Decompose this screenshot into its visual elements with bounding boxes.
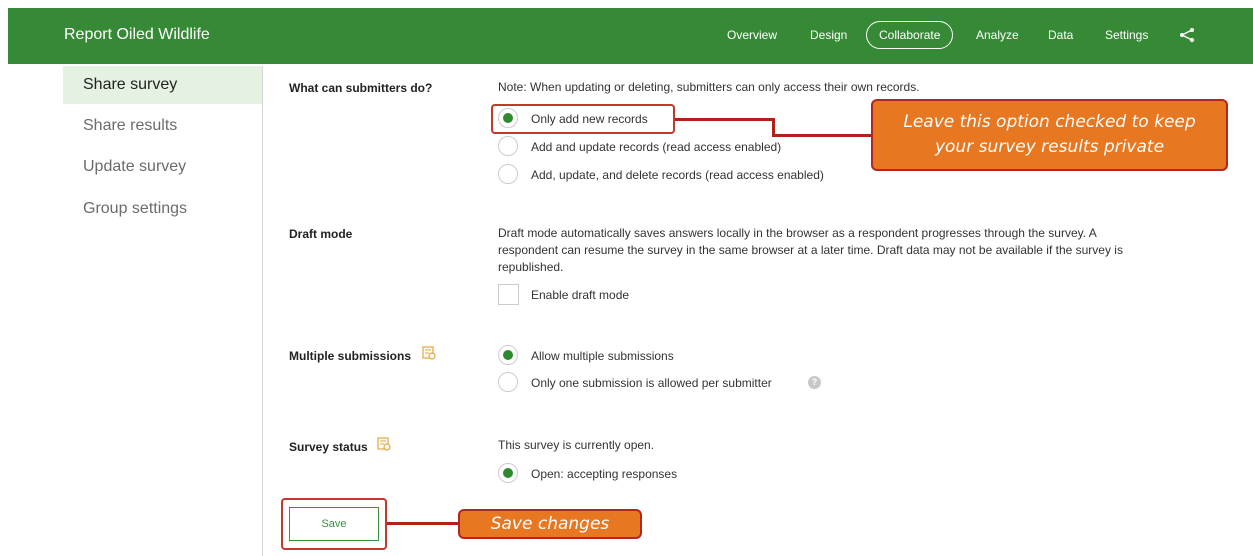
sidebar-item-share-results[interactable]: Share results <box>63 107 262 145</box>
callout-option-line1: Leave this option checked to keep <box>903 112 1196 132</box>
submitters-note: Note: When updating or deleting, submitt… <box>498 80 920 94</box>
highlight-box-option <box>491 104 675 134</box>
radio-only-one[interactable] <box>498 372 518 392</box>
nav-collaborate[interactable]: Collaborate <box>866 21 954 49</box>
draft-description-line1: Draft mode automatically saves answers l… <box>498 226 1097 240</box>
sidebar-item-update-survey[interactable]: Update survey <box>63 148 262 186</box>
sidebar-item-share-survey[interactable]: Share survey <box>63 66 262 104</box>
radio-add-update[interactable] <box>498 136 518 156</box>
callout-connector-option-horizontal <box>772 134 872 137</box>
sidebar: Share survey Share results Update survey… <box>63 66 262 556</box>
sidebar-divider <box>262 66 263 556</box>
enable-draft-label: Enable draft mode <box>531 288 630 302</box>
help-icon[interactable]: ? <box>808 376 821 389</box>
survey-status-icon <box>377 437 391 451</box>
callout-option-line2: your survey results private <box>934 137 1165 157</box>
survey-status-label: Survey status <box>289 440 368 454</box>
option-add-update-label: Add and update records (read access enab… <box>531 140 782 154</box>
callout-save-changes: Save changes <box>458 509 642 539</box>
allow-multiple-label: Allow multiple submissions <box>531 349 674 363</box>
app-title: Report Oiled Wildlife <box>64 26 210 43</box>
nav-data[interactable]: Data <box>1048 21 1073 49</box>
only-one-label: Only one submission is allowed per submi… <box>531 376 772 390</box>
radio-add-update-delete[interactable] <box>498 164 518 184</box>
open-accepting-label: Open: accepting responses <box>531 467 678 481</box>
draft-mode-label: Draft mode <box>289 227 353 241</box>
sidebar-item-group-settings[interactable]: Group settings <box>63 190 262 228</box>
radio-allow-multiple[interactable] <box>498 345 518 365</box>
nav-analyze[interactable]: Analyze <box>976 21 1019 49</box>
enable-draft-checkbox[interactable] <box>498 284 519 305</box>
submitters-label: What can submitters do? <box>289 81 433 95</box>
option-add-update-delete-label: Add, update, and delete records (read ac… <box>531 168 824 182</box>
survey-status-text: This survey is currently open. <box>498 438 655 452</box>
callout-option-private: Leave this option checked to keep your s… <box>871 99 1228 171</box>
share-icon[interactable] <box>1178 27 1196 43</box>
survey-settings-icon <box>422 346 436 360</box>
top-bar: Report Oiled Wildlife Overview Design Co… <box>0 0 1253 66</box>
multiple-submissions-label: Multiple submissions <box>289 349 412 363</box>
nav-overview[interactable]: Overview <box>727 21 777 49</box>
save-button[interactable]: Save <box>289 507 379 541</box>
callout-connector-option <box>675 118 775 121</box>
nav-design[interactable]: Design <box>810 21 847 49</box>
callout-connector-save <box>387 522 459 525</box>
draft-description-line2: respondent can resume the survey in the … <box>498 243 1123 257</box>
radio-open-accepting[interactable] <box>498 463 518 483</box>
draft-description-line3: republished. <box>498 260 564 274</box>
nav-settings[interactable]: Settings <box>1105 21 1148 49</box>
